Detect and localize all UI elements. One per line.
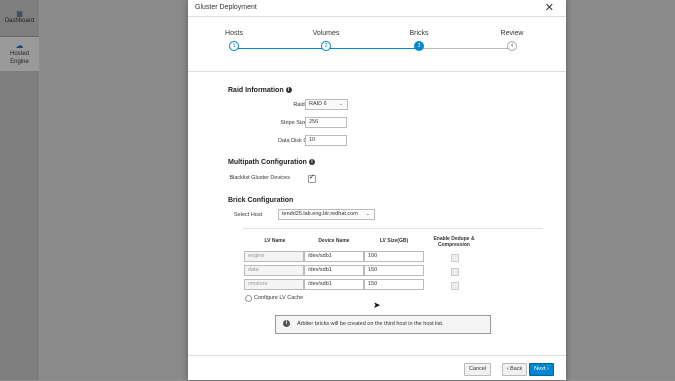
device-name-input[interactable]: /dev/sdb1: [304, 279, 364, 290]
step-label: Bricks: [409, 30, 429, 37]
arbiter-info-alert: i Arbiter bricks will be created on the …: [275, 315, 491, 334]
lv-name-input[interactable]: engine: [244, 251, 304, 262]
sidebar-item-label: Dashboard: [4, 18, 35, 24]
next-button[interactable]: Next ›: [529, 363, 554, 376]
step-number: 4: [507, 41, 517, 51]
raid-type-select[interactable]: RAID 6 ⌄: [305, 99, 348, 110]
step-number: 3: [414, 41, 424, 51]
mouse-pointer-icon: ➤: [373, 300, 381, 310]
blacklist-devices-label: Blacklist Gluster Devices: [229, 175, 290, 181]
wizard-steps: Hosts 1 Volumes 2 Bricks 3 Review 4: [188, 17, 566, 72]
raid-type-value: RAID 6: [309, 101, 327, 107]
stripe-size-input[interactable]: 256: [305, 117, 347, 128]
info-icon[interactable]: i: [308, 159, 315, 166]
device-name-input[interactable]: /dev/sdb1: [304, 251, 364, 262]
lv-cache-label: Configure LV Cache: [254, 295, 304, 301]
col-header-lv-name: LV Name: [264, 238, 286, 244]
left-sidebar: ▦ Dashboard ☁ Hosted Engine: [0, 0, 39, 380]
gluster-deployment-dialog: Gluster Deployment ✕ Hosts 1 Volumes 2 B…: [188, 0, 566, 380]
select-host-value: tendrl25.lab.eng.blr.redhat.com: [282, 211, 358, 217]
back-button[interactable]: ‹ Back: [502, 363, 527, 376]
dedupe-checkbox[interactable]: [451, 282, 459, 290]
lv-size-input[interactable]: 100: [364, 251, 424, 262]
dialog-footer: Cancel ‹ Back Next ›: [188, 355, 566, 381]
wizard-step-hosts[interactable]: Hosts 1: [204, 30, 264, 51]
dialog-header: Gluster Deployment ✕: [188, 0, 566, 17]
close-icon[interactable]: ✕: [545, 1, 554, 14]
step-number: 2: [321, 41, 331, 51]
multipath-title-text: Multipath Configuration: [228, 159, 307, 166]
raid-section-title: Raid Information i: [228, 87, 292, 94]
hosted-engine-icon: ☁: [15, 41, 24, 50]
lv-name-input[interactable]: vmstore: [244, 279, 304, 290]
wizard-step-review[interactable]: Review 4: [482, 30, 542, 51]
sidebar-item-dashboard[interactable]: ▦ Dashboard: [0, 10, 39, 24]
data-disk-count-input[interactable]: 10: [305, 135, 347, 146]
dedupe-checkbox[interactable]: [451, 268, 459, 276]
select-host-dropdown[interactable]: tendrl25.lab.eng.blr.redhat.com ⌄: [278, 209, 375, 220]
blacklist-devices-checkbox[interactable]: [308, 173, 316, 183]
cancel-button[interactable]: Cancel: [464, 363, 491, 376]
sidebar-item-hosted-engine[interactable]: ☁ Hosted Engine: [0, 37, 39, 71]
chevron-down-icon: ⌄: [365, 211, 370, 217]
step-number: 1: [229, 41, 239, 51]
info-icon[interactable]: i: [285, 87, 292, 94]
step-label: Review: [500, 30, 524, 37]
device-name-input[interactable]: /dev/sdb1: [304, 265, 364, 276]
alert-text: Arbiter bricks will be created on the th…: [297, 321, 444, 327]
raid-title-text: Raid Information: [228, 87, 284, 94]
lv-name-input[interactable]: data: [244, 265, 304, 276]
select-host-label: Select Host: [234, 212, 263, 218]
dashboard-icon: ▦: [16, 11, 23, 18]
info-icon: i: [283, 320, 290, 327]
step-label: Volumes: [312, 30, 340, 37]
chevron-down-icon: ⌄: [338, 101, 343, 107]
step-label: Hosts: [225, 30, 243, 37]
multipath-section-title: Multipath Configuration i: [228, 159, 315, 166]
brick-title-text: Brick Configuration: [228, 197, 294, 204]
table-top-border: [243, 228, 543, 229]
lv-size-input[interactable]: 150: [364, 279, 424, 290]
col-header-dedupe: Enable Dedupe & Compression: [433, 236, 475, 248]
col-header-device-name: Device Name: [318, 238, 350, 244]
dialog-title: Gluster Deployment: [195, 4, 257, 11]
dedupe-checkbox[interactable]: [451, 254, 459, 262]
lv-size-input[interactable]: 150: [364, 265, 424, 276]
brick-section-title: Brick Configuration: [228, 197, 293, 204]
sidebar-item-label: Hosted Engine: [9, 51, 29, 65]
wizard-step-bricks[interactable]: Bricks 3: [389, 30, 449, 51]
wizard-step-volumes[interactable]: Volumes 2: [296, 30, 356, 51]
col-header-lv-size: LV Size(GB): [379, 238, 409, 244]
lv-cache-checkbox[interactable]: [245, 295, 252, 302]
